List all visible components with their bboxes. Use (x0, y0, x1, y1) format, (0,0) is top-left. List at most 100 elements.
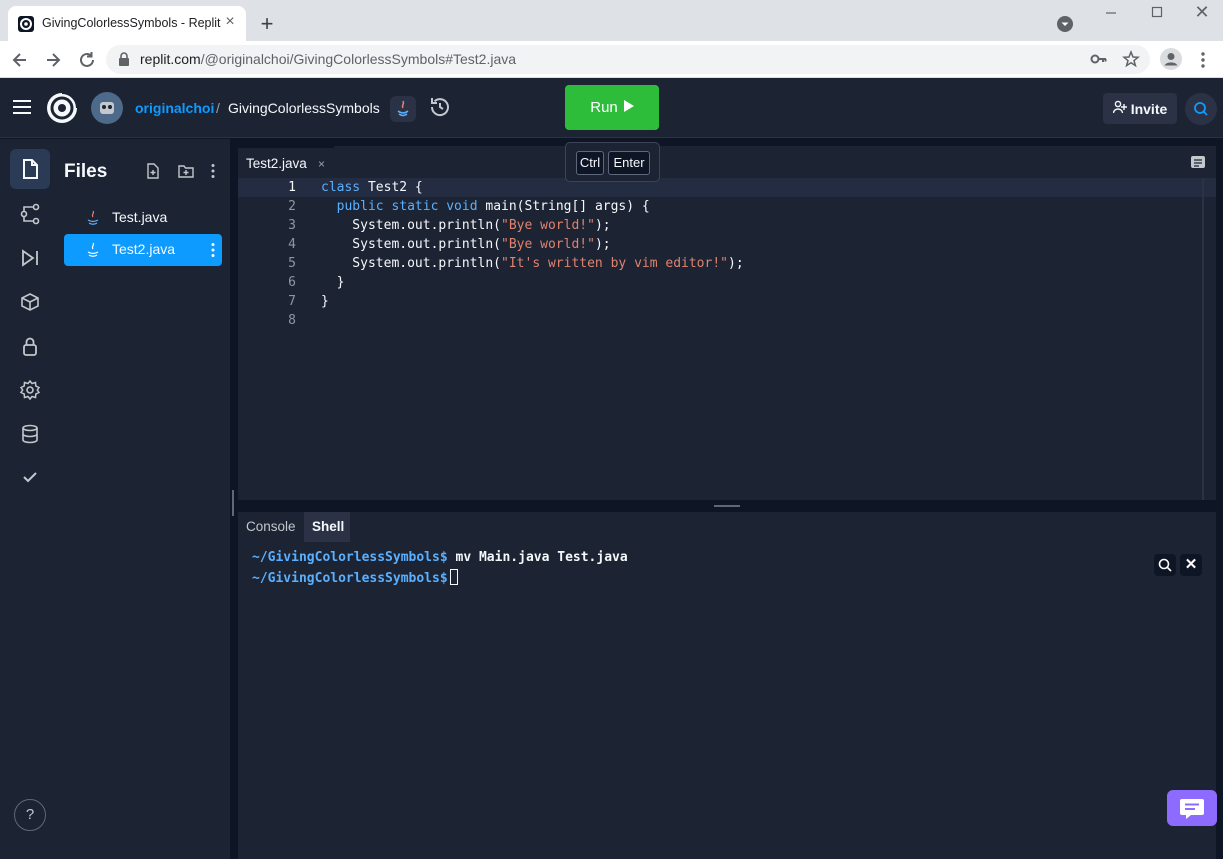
editor-console-resize[interactable] (238, 500, 1216, 512)
repl-name[interactable]: GivingColorlessSymbols (228, 100, 380, 116)
tab-shell[interactable]: Shell (304, 512, 350, 542)
url-text[interactable]: replit.com/@originalchoi/GivingColorless… (140, 51, 516, 67)
tab-console[interactable]: Console (238, 512, 304, 542)
sidebar-rail: ? (0, 139, 58, 859)
help-button[interactable]: ? (14, 799, 46, 831)
editor-menu-icon[interactable] (1190, 155, 1206, 169)
gear-icon[interactable] (10, 370, 50, 410)
window-close-icon[interactable]: ✕ (1190, 2, 1214, 24)
line-number: 6 (288, 275, 296, 290)
lock-icon[interactable] (10, 326, 50, 366)
version-control-icon[interactable] (10, 194, 50, 234)
browser-tab-title: GivingColorlessSymbols - Replit (42, 16, 221, 30)
play-icon (623, 99, 634, 116)
breadcrumb-separator: / (216, 100, 220, 116)
run-button[interactable]: Run (565, 85, 659, 130)
file-name: Test.java (112, 209, 168, 225)
database-icon[interactable] (10, 414, 50, 454)
tab-shell-label: Shell (312, 519, 345, 534)
hamburger-menu-icon[interactable] (12, 98, 32, 116)
debugger-icon[interactable] (10, 238, 50, 278)
check-icon[interactable] (10, 457, 50, 497)
back-arrow-icon[interactable] (9, 49, 31, 71)
line-number: 4 (288, 237, 296, 252)
maximize-icon[interactable] (1145, 4, 1169, 22)
code-text: } (321, 294, 329, 309)
terminal-command: mv Main.java Test.java (447, 550, 628, 565)
browser-tab[interactable]: GivingColorlessSymbols - Replit × (8, 6, 246, 41)
resize-grip[interactable] (714, 505, 740, 507)
enter-key: Enter (608, 151, 650, 175)
invite-button-label: Invite (1130, 100, 1168, 117)
search-icon[interactable] (1185, 93, 1217, 125)
code-text: System.out.println( (321, 237, 502, 252)
code-text: System.out.println( (321, 256, 502, 271)
address-bar[interactable]: replit.com/@originalchoi/GivingColorless… (106, 45, 1150, 74)
shell-terminal[interactable]: ~/GivingColorlessSymbols$ mv Main.java T… (238, 542, 1216, 859)
code-text: } (321, 275, 345, 290)
reload-icon[interactable] (76, 49, 98, 71)
code-line: System.out.println("It's written by vim … (321, 256, 743, 271)
prompt-path: ~/GivingColorlessSymbols$ (252, 550, 448, 565)
files-panel-title: Files (64, 161, 108, 182)
line-number: 3 (288, 218, 296, 233)
files-options-icon[interactable] (204, 162, 222, 180)
kebab-menu-icon[interactable] (1194, 49, 1212, 71)
add-user-icon (1112, 100, 1127, 117)
editor-tab-label: Test2.java (246, 156, 307, 171)
file-item[interactable]: Test.java (64, 202, 222, 234)
lock-icon[interactable] (118, 52, 130, 66)
code-string: "Bye world!" (501, 218, 595, 233)
line-number: 7 (288, 294, 296, 309)
code-line: } (321, 275, 345, 290)
code-text: Test2 { (360, 180, 423, 195)
line-number: 2 (288, 199, 296, 214)
tab-search-icon[interactable] (1056, 15, 1074, 33)
new-file-icon[interactable] (144, 162, 162, 180)
code-string: "It's written by vim editor!" (501, 256, 728, 271)
new-folder-icon[interactable] (177, 162, 195, 180)
packages-icon[interactable] (10, 282, 50, 322)
minimize-icon[interactable] (1099, 4, 1123, 22)
tab-console-label: Console (246, 519, 296, 534)
profile-icon[interactable] (1160, 48, 1182, 70)
search-icon[interactable] (1154, 554, 1176, 576)
close-icon[interactable]: × (318, 157, 325, 171)
close-icon[interactable]: ✕ (1180, 554, 1202, 576)
url-host: replit.com (140, 51, 201, 67)
invite-button[interactable]: Invite (1103, 93, 1177, 124)
editor-scrollbar[interactable] (1202, 178, 1204, 500)
code-keyword: public static void (336, 199, 478, 214)
bookmark-star-icon[interactable] (1122, 49, 1140, 68)
replit-logo-icon[interactable] (46, 92, 78, 124)
java-file-icon (86, 242, 100, 258)
tab-test2-java[interactable]: Test2.java × (238, 146, 334, 178)
resize-grip[interactable] (232, 490, 234, 516)
browser-tab-strip: GivingColorlessSymbols - Replit × + ✕ (0, 0, 1223, 41)
java-icon[interactable] (390, 96, 416, 122)
file-options-icon[interactable] (210, 242, 216, 258)
files-icon[interactable] (10, 149, 50, 189)
file-name: Test2.java (112, 241, 176, 257)
owner-link[interactable]: originalchoi (135, 100, 214, 116)
forward-arrow-icon[interactable] (42, 49, 64, 71)
files-panel: Files Test.java Test2.java (58, 139, 230, 859)
avatar[interactable] (91, 92, 123, 124)
code-text: ); (594, 218, 611, 233)
url-path: /@originalchoi/GivingColorlessSymbols#Te… (200, 51, 517, 67)
new-tab-button[interactable]: + (254, 12, 280, 38)
line-number: 1 (288, 180, 296, 195)
workspace-header: originalchoi / GivingColorlessSymbols Ru… (0, 78, 1223, 138)
close-tab-icon[interactable]: × (220, 12, 240, 32)
terminal-line: ~/GivingColorlessSymbols$ mv Main.java T… (252, 550, 628, 565)
code-editor[interactable]: 1 2 3 4 5 6 7 8 class Test2 { public sta… (238, 178, 1216, 500)
file-item-selected[interactable]: Test2.java (64, 234, 222, 266)
code-keyword: class (321, 180, 361, 195)
key-icon[interactable] (1090, 51, 1108, 67)
chat-icon[interactable] (1167, 790, 1217, 826)
terminal-cursor (449, 569, 458, 585)
code-string: "Bye world!" (501, 237, 595, 252)
line-number: 8 (288, 313, 296, 328)
history-icon[interactable] (428, 95, 452, 119)
